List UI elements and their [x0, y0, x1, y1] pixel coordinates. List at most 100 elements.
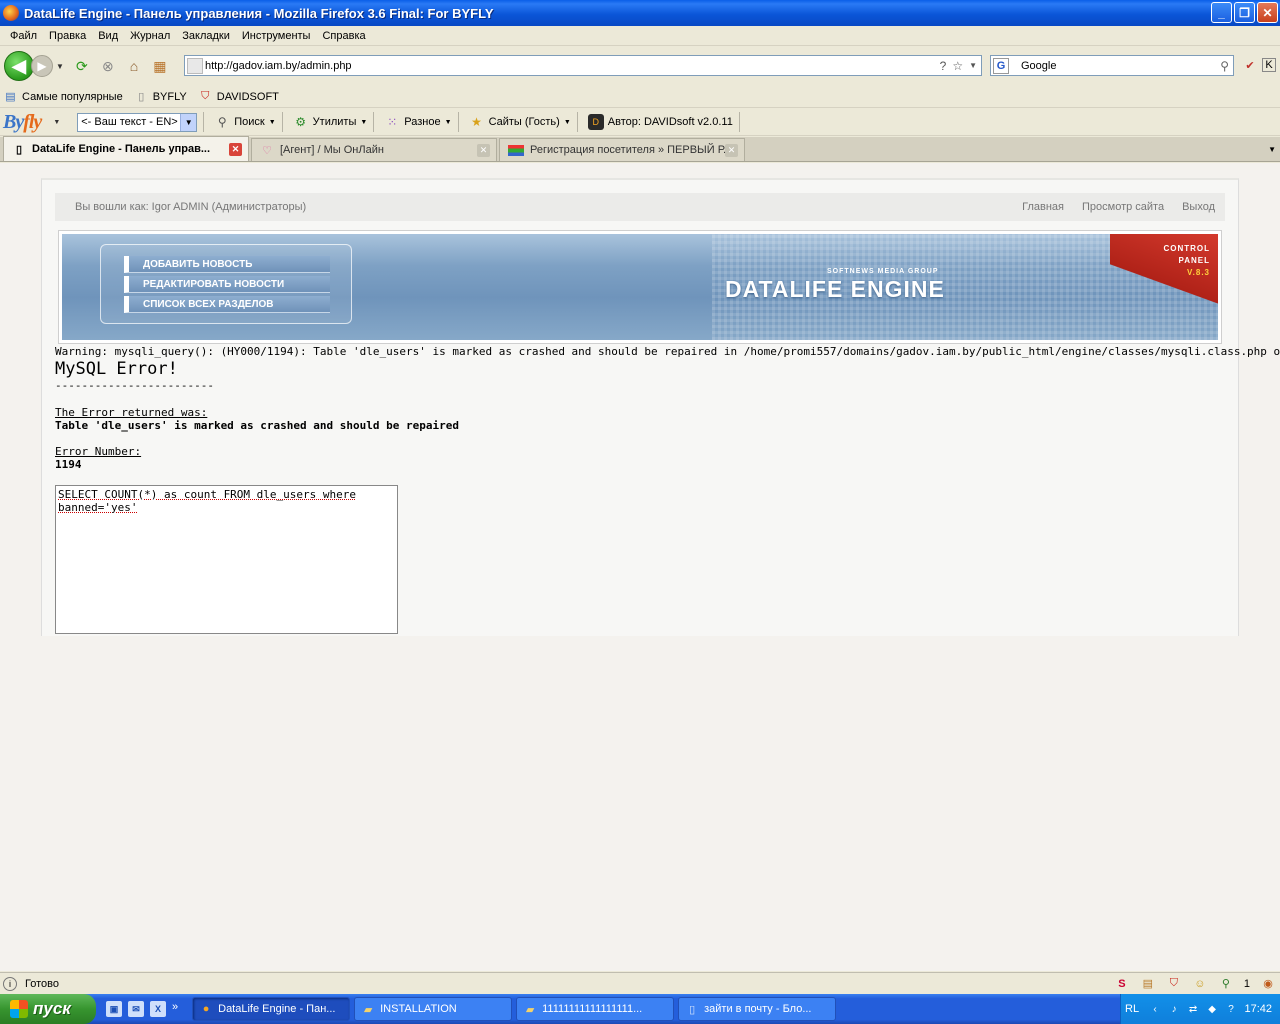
edit-news-link[interactable]: РЕДАКТИРОВАТЬ НОВОСТИ	[124, 276, 330, 293]
tab-datalife[interactable]: ▯ DataLife Engine - Панель управ... ✕	[3, 136, 249, 161]
smiley-icon[interactable]: ☺	[1192, 976, 1208, 992]
spell-icon[interactable]: S	[1114, 976, 1130, 992]
tab-strip: ▯ DataLife Engine - Панель управ... ✕ ♡ …	[0, 136, 1280, 162]
tray-antivirus-icon[interactable]: ◆	[1205, 1002, 1219, 1016]
addon-status-icon[interactable]: ◉	[1260, 976, 1276, 992]
tab-list-dropdown-icon[interactable]: ▼	[1268, 145, 1276, 154]
url-bar[interactable]: http://gadov.iam.by/admin.php ? ☆ ▼	[184, 55, 982, 76]
byfly-sites-button[interactable]: ★ Сайты (Гость) ▼	[469, 114, 571, 130]
search-input[interactable]: Google	[1021, 60, 1056, 72]
close-tab-icon[interactable]: ✕	[477, 143, 490, 157]
close-tab-icon[interactable]: ✕	[229, 142, 242, 156]
translate-icon[interactable]: ▤	[1140, 976, 1156, 992]
toolbar-separator	[373, 112, 375, 132]
search-icon[interactable]: ⚲	[1220, 59, 1229, 73]
menu-view[interactable]: Вид	[92, 30, 124, 42]
byfly-search-button[interactable]: ⚲ Поиск ▼	[214, 114, 276, 130]
quick-launch-icon[interactable]: ✉	[128, 1001, 144, 1017]
start-button[interactable]: пуск	[0, 994, 96, 1024]
language-indicator[interactable]: RL	[1125, 1003, 1139, 1015]
taskbar-item-folder[interactable]: ▰ 11111111111111111...	[516, 997, 675, 1021]
link-view-site[interactable]: Просмотр сайта	[1082, 201, 1164, 213]
close-button[interactable]: ✕	[1257, 2, 1278, 23]
addon2-icon[interactable]: K	[1262, 58, 1276, 72]
minimize-button[interactable]: _	[1211, 2, 1232, 23]
site-info-icon[interactable]: ?	[940, 59, 947, 73]
close-tab-icon[interactable]: ✕	[725, 143, 738, 157]
sql-query-textarea[interactable]: SELECT COUNT(*) as count FROM dle_users …	[55, 485, 398, 634]
tab-agent[interactable]: ♡ [Агент] / Мы ОнЛайн ✕	[251, 138, 497, 161]
history-dropdown-icon[interactable]: ▼	[56, 62, 64, 71]
byfly-logo[interactable]: Byfly	[3, 111, 42, 134]
menu-tools[interactable]: Инструменты	[236, 30, 317, 42]
taskbar-item-installation[interactable]: ▰ INSTALLATION	[354, 997, 513, 1021]
byfly-author-button[interactable]: D Автор: DAVIDsoft v2.0.11	[587, 114, 733, 130]
byfly-utilities-button[interactable]: ⚙ Утилиты ▼	[293, 114, 367, 130]
error-number: 1194	[55, 458, 82, 471]
windows-logo-icon	[10, 1000, 28, 1018]
quick-launch: ▣ ✉ X »	[106, 1001, 178, 1017]
quick-launch-icon[interactable]: ▣	[106, 1001, 122, 1017]
firefox-icon	[3, 5, 19, 21]
search-engine-icon[interactable]: G	[993, 57, 1009, 74]
toolbar-separator	[203, 112, 205, 132]
magnifier-icon: ⚲	[217, 115, 227, 129]
admin-info-bar: Вы вошли как: Igor ADMIN (Администраторы…	[55, 193, 1225, 221]
forward-button[interactable]: ▶	[31, 55, 53, 77]
taskbar-item-notepad[interactable]: ▯ зайти в почту - Бло...	[678, 997, 837, 1021]
quick-launch-icon[interactable]: X	[150, 1001, 166, 1017]
byfly-text-select[interactable]: <- Ваш текст - EN> ▼	[77, 112, 198, 132]
menu-edit[interactable]: Правка	[43, 30, 92, 42]
window-title: DataLife Engine - Панель управления - Mo…	[24, 5, 494, 21]
tray-network-icon[interactable]: ⇄	[1186, 1002, 1200, 1016]
tab-registration[interactable]: Регистрация посетителя » ПЕРВЫЙ Р... ✕	[499, 138, 745, 161]
zoom-icon[interactable]: ⚲	[1218, 976, 1234, 992]
quick-launch-more-icon[interactable]: »	[172, 1001, 178, 1017]
status-bar: i Готово S ▤ ⛉ ☺ ⚲ 1 ◉	[0, 972, 1280, 994]
byfly-menu-dropdown-icon[interactable]: ▼	[53, 119, 60, 126]
reload-icon[interactable]: ⟳	[71, 55, 93, 77]
addon-icon[interactable]: ✔	[1243, 58, 1257, 72]
control-panel-label: CONTROL PANEL V.8.3	[1163, 244, 1210, 277]
toolbar-separator	[281, 112, 283, 132]
bookmark-davidsoft[interactable]: ⛉ DAVIDSOFT	[199, 90, 279, 103]
tray-expand-icon[interactable]: ‹	[1148, 1002, 1162, 1016]
url-input[interactable]: http://gadov.iam.by/admin.php	[205, 60, 352, 72]
bookmark-star-icon[interactable]: ☆	[952, 59, 963, 73]
menu-help[interactable]: Справка	[316, 30, 371, 42]
davidsoft-status-icon[interactable]: ⛉	[1166, 976, 1182, 992]
home-icon[interactable]: ⌂	[123, 55, 145, 77]
title-bar: DataLife Engine - Панель управления - Mo…	[0, 0, 1280, 26]
shield-icon: ⛉	[201, 90, 210, 102]
clock: 17:42	[1244, 1003, 1272, 1015]
taskbar-item-firefox[interactable]: ● DataLife Engine - Пан...	[192, 997, 351, 1021]
menu-bookmarks[interactable]: Закладки	[176, 30, 236, 42]
add-news-link[interactable]: ДОБАВИТЬ НОВОСТЬ	[124, 256, 330, 273]
url-dropdown-icon[interactable]: ▼	[969, 61, 977, 70]
grid-icon: ⁙	[387, 115, 398, 129]
categories-list-link[interactable]: СПИСОК ВСЕХ РАЗДЕЛОВ	[124, 296, 330, 313]
link-home[interactable]: Главная	[1022, 201, 1064, 213]
toolbar-separator	[457, 112, 459, 132]
bookmark-popular[interactable]: ▤ Самые популярные	[4, 90, 122, 104]
status-count: 1	[1243, 977, 1250, 990]
menu-file[interactable]: Файл	[4, 30, 43, 42]
tray-help-icon[interactable]: ?	[1224, 1002, 1238, 1016]
search-bar[interactable]: G Google ⚲	[990, 55, 1234, 76]
link-logout[interactable]: Выход	[1182, 201, 1215, 213]
folder-icon: ▰	[363, 1003, 373, 1016]
page-favicon-icon	[187, 57, 203, 74]
menu-history[interactable]: Журнал	[124, 30, 176, 42]
stop-icon[interactable]: ⊗	[97, 55, 119, 77]
bookmark-byfly[interactable]: ▯ BYFLY	[135, 90, 187, 104]
page-content: Вы вошли как: Igor ADMIN (Администраторы…	[0, 163, 1280, 971]
maximize-button[interactable]: ❐	[1234, 2, 1255, 23]
tray-volume-icon[interactable]: ♪	[1167, 1002, 1181, 1016]
byfly-misc-button[interactable]: ⁙ Разное ▼	[384, 114, 451, 130]
chevron-down-icon[interactable]: ▼	[180, 113, 197, 131]
bookmark-manager-icon[interactable]: ▦	[149, 55, 171, 77]
back-button[interactable]: ◀	[4, 51, 34, 81]
status-info-icon: i	[3, 976, 17, 991]
page-icon: ▯	[15, 143, 23, 156]
error-divider: ------------------------	[55, 379, 214, 392]
